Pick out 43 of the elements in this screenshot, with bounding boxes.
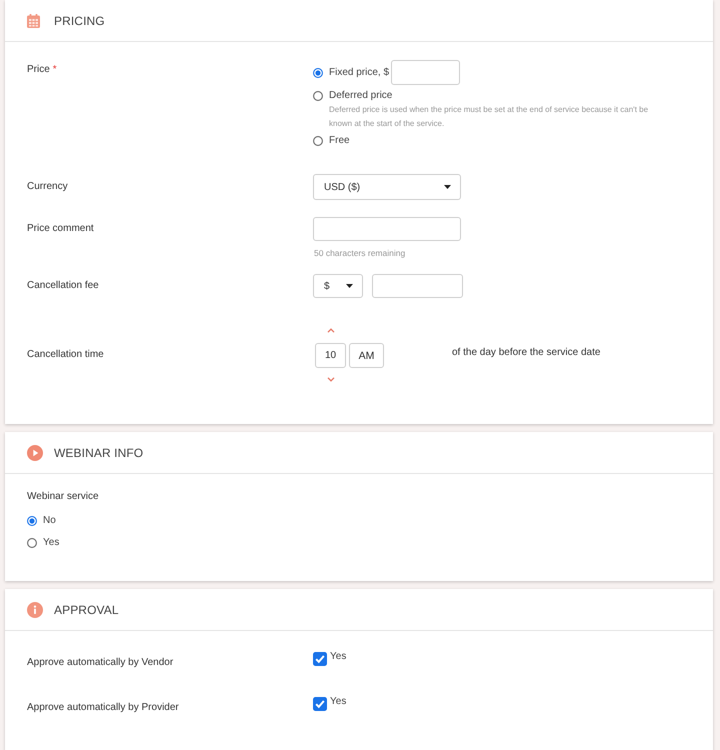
char-count-hint: 50 characters remaining [313,247,406,259]
checkbox[interactable] [313,652,327,666]
radio-button[interactable] [27,516,37,526]
checkbox-label: Yes [330,650,346,664]
chevron-up-icon[interactable] [327,328,335,333]
info-icon [27,602,43,618]
field-label: Approve automatically by Vendor [27,656,174,670]
section-title: PRICING [54,14,105,28]
option-label: No [43,514,56,528]
radio-button[interactable] [27,538,37,548]
radio-button[interactable] [313,68,323,78]
option-label: Deferred price [329,89,392,103]
field-label: Price comment [27,222,94,236]
field-label: Cancellation fee [27,279,99,293]
required-mark: * [52,63,57,77]
checkbox-label: Yes [330,695,346,709]
radio-button[interactable] [313,136,323,146]
caret-icon [444,185,451,189]
play-icon [27,444,43,460]
section-title: WEBINAR INFO [54,446,144,460]
field-label: Webinar service [27,490,99,504]
section-title: APPROVAL [54,602,119,616]
currency-select[interactable]: USD ($) [313,174,461,200]
hour-field[interactable]: 10 [315,343,346,368]
field-label: Cancellation time [27,348,104,362]
field-label: Approve automatically by Provider [27,701,179,715]
option-label: Fixed price, $ [329,66,390,80]
field-label: Currency [27,180,68,194]
time-suffix: of the day before the service date [452,347,600,358]
price-input[interactable] [391,60,460,85]
option-hint: Deferred price is used when the price must be set at the end of service because it can't be known at the start of the service. [328,104,650,130]
checkbox[interactable] [313,697,327,711]
caret-icon [346,284,353,288]
fee-input[interactable] [372,274,463,298]
period-button[interactable]: AM [349,343,384,368]
option-label: Yes [43,536,60,550]
field-label: Price [27,63,50,77]
radio-button[interactable] [313,91,323,101]
comment-input[interactable] [313,217,461,241]
calendar-icon [27,14,40,28]
chevron-down-icon[interactable] [327,377,335,382]
option-label: Free [329,134,350,148]
unit-select[interactable]: $ [313,274,363,298]
